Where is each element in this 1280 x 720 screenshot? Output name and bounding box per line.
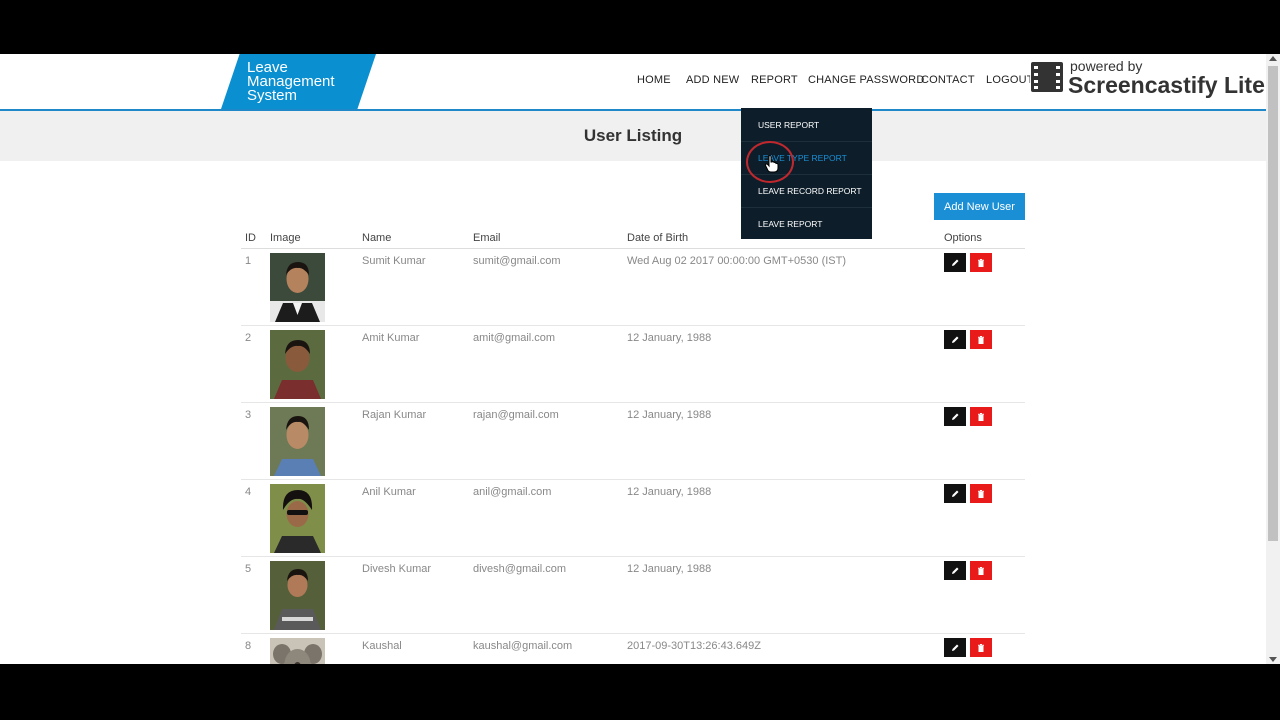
user-table: ID Image Name Email Date of Birth Option… [241, 229, 1025, 664]
screencastify-name: Screencastify Lite [1068, 72, 1265, 98]
col-id: ID [245, 232, 256, 244]
cell-id: 4 [245, 486, 252, 498]
user-photo [270, 561, 325, 630]
edit-button[interactable] [944, 330, 966, 349]
edit-button[interactable] [944, 407, 966, 426]
delete-button[interactable] [970, 407, 992, 426]
delete-button[interactable] [970, 638, 992, 657]
screencastify-watermark: powered by Screencastify Lite [1030, 56, 1270, 98]
table-row: 2 Amit Kumar amit@gmail.com 12 January, … [241, 326, 1025, 403]
nav-report[interactable]: REPORT [751, 74, 798, 90]
trash-icon [978, 335, 984, 344]
page-title: User Listing [583, 126, 683, 145]
add-new-user-button[interactable]: Add New User [934, 193, 1025, 220]
edit-button[interactable] [944, 484, 966, 503]
hand-cursor-icon [764, 155, 779, 173]
trash-icon [978, 643, 984, 652]
table-row: 1 Sumit Kumar sumit@gmail.com Wed Aug 02… [241, 249, 1025, 326]
cell-name: Kaushal [362, 640, 402, 652]
menu-item-label: LEAVE REPORT [758, 219, 823, 229]
pencil-icon [952, 644, 959, 651]
logo-line: System [247, 87, 298, 104]
edit-button[interactable] [944, 638, 966, 657]
nav-home[interactable]: HOME [637, 74, 671, 90]
nav-contact[interactable]: CONTACT [921, 74, 975, 90]
pencil-icon [952, 336, 959, 343]
cell-dob: 12 January, 1988 [627, 409, 712, 421]
vertical-scrollbar[interactable] [1266, 54, 1280, 664]
cell-email: anil@gmail.com [473, 486, 552, 498]
cell-dob: Wed Aug 02 2017 00:00:00 GMT+0530 (IST) [627, 255, 847, 267]
menu-item-leave-report[interactable]: LEAVE REPORT [741, 207, 872, 240]
cell-name: Sumit Kumar [362, 255, 426, 267]
nav-add-new[interactable]: ADD NEW [686, 74, 739, 90]
cell-email: kaushal@gmail.com [473, 640, 573, 652]
scroll-down-arrow-icon[interactable] [1269, 657, 1277, 662]
user-photo [270, 407, 325, 476]
site-header: Leave Management System HOME ADD NEW REP… [0, 54, 1270, 111]
cell-email: sumit@gmail.com [473, 255, 561, 267]
table-header: ID Image Name Email Date of Birth Option… [241, 229, 1025, 249]
scroll-up-arrow-icon[interactable] [1269, 56, 1277, 61]
trash-icon [978, 566, 984, 575]
cell-id: 1 [245, 255, 252, 267]
cell-email: amit@gmail.com [473, 332, 556, 344]
browser-viewport: Leave Management System HOME ADD NEW REP… [0, 54, 1280, 664]
col-dob: Date of Birth [627, 232, 689, 244]
cell-id: 5 [245, 563, 252, 575]
edit-button[interactable] [944, 561, 966, 580]
cell-dob: 12 January, 1988 [627, 332, 712, 344]
delete-button[interactable] [970, 330, 992, 349]
trash-icon [978, 258, 984, 267]
col-name: Name [362, 232, 392, 244]
delete-button[interactable] [970, 253, 992, 272]
cell-email: rajan@gmail.com [473, 409, 559, 421]
table-row: 5 Divesh Kumar divesh@gmail.com 12 Janua… [241, 557, 1025, 634]
pencil-icon [952, 567, 959, 574]
site-logo[interactable]: Leave Management System [221, 54, 376, 109]
cell-name: Rajan Kumar [362, 409, 427, 421]
user-photo [270, 253, 325, 322]
col-email: Email [473, 232, 501, 244]
menu-item-label: USER REPORT [758, 120, 820, 130]
nav-change-password[interactable]: CHANGE PASSWORD [808, 74, 924, 90]
table-row: 8 Kaushal kaushal@gmail.com 2017-09-30T1… [241, 634, 1025, 664]
pencil-icon [952, 490, 959, 497]
cell-name: Amit Kumar [362, 332, 420, 344]
pencil-icon [952, 413, 959, 420]
edit-button[interactable] [944, 253, 966, 272]
cell-id: 8 [245, 640, 252, 652]
menu-item-label: LEAVE RECORD REPORT [758, 186, 862, 196]
title-band: User Listing [0, 111, 1266, 161]
menu-item-user-report[interactable]: USER REPORT [741, 108, 872, 142]
cell-dob: 12 January, 1988 [627, 563, 712, 575]
trash-icon [978, 412, 984, 421]
cell-id: 3 [245, 409, 252, 421]
pencil-icon [952, 259, 959, 266]
delete-button[interactable] [970, 561, 992, 580]
cell-dob: 2017-09-30T13:26:43.649Z [627, 640, 761, 652]
trash-icon [978, 489, 984, 498]
col-options: Options [944, 232, 982, 244]
logo-text: Leave Management System [247, 60, 357, 104]
nav-logout[interactable]: LOGOUT [986, 74, 1034, 90]
user-photo [270, 638, 325, 664]
col-image: Image [270, 232, 301, 244]
user-photo [270, 330, 325, 399]
delete-button[interactable] [970, 484, 992, 503]
scrollbar-thumb[interactable] [1268, 66, 1278, 541]
cell-email: divesh@gmail.com [473, 563, 567, 575]
table-row: 4 Anil Kumar anil@gmail.com 12 January, … [241, 480, 1025, 557]
cell-dob: 12 January, 1988 [627, 486, 712, 498]
table-row: 3 Rajan Kumar rajan@gmail.com 12 January… [241, 403, 1025, 480]
user-photo [270, 484, 325, 553]
film-icon [1031, 62, 1063, 92]
cell-id: 2 [245, 332, 252, 344]
cell-name: Anil Kumar [362, 486, 416, 498]
cell-name: Divesh Kumar [362, 563, 432, 575]
